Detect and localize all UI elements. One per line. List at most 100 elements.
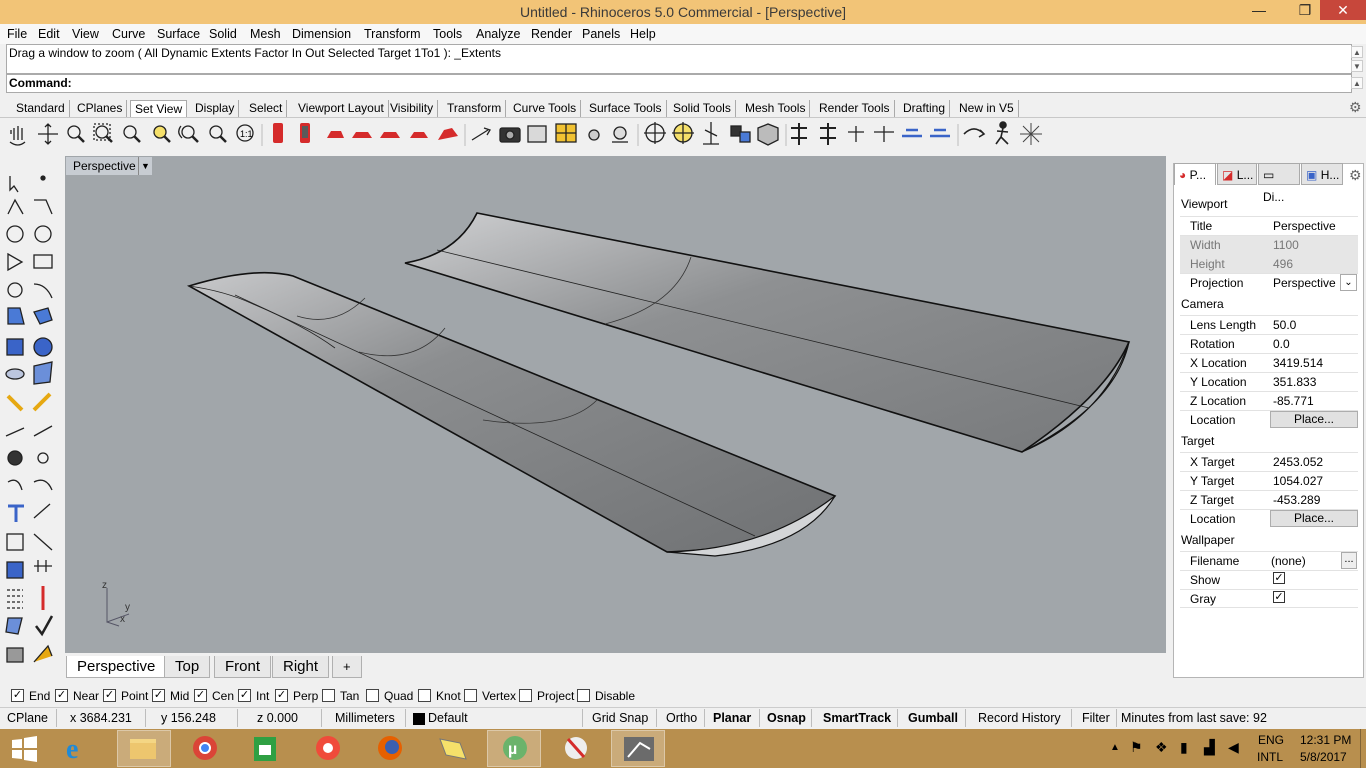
osnap-cen-checkbox[interactable]: ✓ (194, 689, 207, 702)
tab-help[interactable]: ▣ H... (1301, 163, 1343, 185)
menu-panels[interactable]: Panels (582, 24, 620, 44)
tab-transform[interactable]: Transform (443, 100, 507, 117)
tab-standard[interactable]: Standard (12, 100, 70, 117)
taskbar-store[interactable] (239, 730, 293, 767)
tab-viewport-layout[interactable]: Viewport Layout (294, 100, 389, 117)
grid-snap-toggle[interactable]: Grid Snap (592, 708, 648, 728)
start-button[interactable] (0, 730, 50, 767)
osnap-project-checkbox[interactable] (519, 689, 532, 702)
restore-button[interactable]: ❐ (1290, 0, 1320, 22)
browse-wallpaper-button[interactable]: ... (1341, 552, 1357, 569)
tab-perspective[interactable]: Perspective (66, 656, 167, 678)
tray-volume-icon[interactable]: ◀ (1228, 739, 1239, 756)
tab-display-panel[interactable]: ▭ Di... (1258, 163, 1300, 204)
menu-analyze[interactable]: Analyze (476, 24, 520, 44)
menu-surface[interactable]: Surface (157, 24, 200, 44)
y-location-field[interactable]: 351.833 (1273, 375, 1316, 389)
menu-edit[interactable]: Edit (38, 24, 60, 44)
osnap-perp-checkbox[interactable]: ✓ (275, 689, 288, 702)
gumball-toggle[interactable]: Gumball (908, 708, 958, 728)
tray-language-intl[interactable]: INTL (1257, 750, 1283, 764)
x-location-field[interactable]: 3419.514 (1273, 356, 1323, 370)
tray-network-icon[interactable]: ❖ (1155, 739, 1168, 756)
menu-tools[interactable]: Tools (433, 24, 462, 44)
camera-place-button[interactable]: Place... (1270, 411, 1358, 428)
tray-signal-icon[interactable]: ▟ (1204, 739, 1215, 756)
projection-dropdown-icon[interactable]: ⌄ (1340, 274, 1357, 291)
y-target-field[interactable]: 1054.027 (1273, 474, 1323, 488)
tab-select[interactable]: Select (245, 100, 288, 117)
taskbar-rhinoceros[interactable] (611, 730, 665, 767)
wallpaper-show-checkbox[interactable]: ✓ (1273, 572, 1285, 584)
tab-top[interactable]: Top (164, 656, 211, 678)
status-units[interactable]: Millimeters (335, 708, 395, 728)
menu-view[interactable]: View (72, 24, 99, 44)
taskbar-firefox[interactable] (363, 730, 417, 767)
show-desktop-button[interactable] (1360, 729, 1366, 768)
osnap-end-checkbox[interactable]: ✓ (11, 689, 24, 702)
osnap-tan-checkbox[interactable] (322, 689, 335, 702)
tab-display[interactable]: Display (191, 100, 240, 117)
menu-curve[interactable]: Curve (112, 24, 145, 44)
close-button[interactable]: ✕ (1320, 0, 1366, 20)
menu-solid[interactable]: Solid (209, 24, 237, 44)
status-layer[interactable]: Default (428, 708, 468, 728)
osnap-disable-checkbox[interactable] (577, 689, 590, 702)
planar-toggle[interactable]: Planar (713, 708, 751, 728)
tray-overflow-icon[interactable]: ▲ (1110, 742, 1120, 753)
osnap-point-checkbox[interactable]: ✓ (103, 689, 116, 702)
tab-surface-tools[interactable]: Surface Tools (585, 100, 667, 117)
tray-language-eng[interactable]: ENG (1258, 733, 1284, 747)
tab-set-view[interactable]: Set View (130, 100, 188, 117)
lens-length-field[interactable]: 50.0 (1273, 318, 1296, 332)
tab-curve-tools[interactable]: Curve Tools (509, 100, 582, 117)
history-scroll-down[interactable]: ▼ (1351, 60, 1363, 72)
z-location-field[interactable]: -85.771 (1273, 394, 1314, 408)
menu-render[interactable]: Render (531, 24, 572, 44)
tab-properties[interactable]: ◕ P... (1174, 163, 1216, 185)
menu-dimension[interactable]: Dimension (292, 24, 351, 44)
perspective-viewport[interactable]: z y x (65, 156, 1166, 653)
osnap-vertex-checkbox[interactable] (464, 689, 477, 702)
target-place-button[interactable]: Place... (1270, 510, 1358, 527)
menu-help[interactable]: Help (630, 24, 656, 44)
tab-drafting[interactable]: Drafting (899, 100, 951, 117)
taskbar-snipping-tool[interactable] (549, 730, 603, 767)
taskbar-chrome[interactable] (178, 730, 232, 767)
toolbar-gear-icon[interactable]: ⚙ (1349, 99, 1362, 116)
wallpaper-gray-checkbox[interactable]: ✓ (1273, 591, 1285, 603)
tab-right[interactable]: Right (272, 656, 330, 678)
ortho-toggle[interactable]: Ortho (666, 708, 697, 728)
osnap-quad-checkbox[interactable] (366, 689, 379, 702)
osnap-knot-checkbox[interactable] (418, 689, 431, 702)
rotation-field[interactable]: 0.0 (1273, 337, 1290, 351)
taskbar-sticky-notes[interactable] (425, 730, 479, 767)
taskbar-app[interactable] (301, 730, 355, 767)
tray-flag-icon[interactable]: ⚑ (1130, 739, 1143, 756)
command-line[interactable]: Command: (6, 74, 1352, 93)
osnap-toggle[interactable]: Osnap (767, 708, 806, 728)
filter-toggle[interactable]: Filter (1082, 708, 1110, 728)
history-scroll-up[interactable]: ▲ (1351, 46, 1363, 58)
tray-clock-date[interactable]: 5/8/2017 (1300, 750, 1347, 764)
tray-clock-time[interactable]: 12:31 PM (1300, 733, 1351, 747)
projection-select[interactable]: Perspective (1273, 276, 1336, 290)
tab-render-tools[interactable]: Render Tools (815, 100, 895, 117)
prop-title-field[interactable]: Perspective (1273, 219, 1336, 233)
smarttrack-toggle[interactable]: SmartTrack (823, 708, 891, 728)
wallpaper-filename-field[interactable]: (none) (1271, 554, 1306, 568)
tab-visibility[interactable]: Visibility (386, 100, 439, 117)
tab-cplanes[interactable]: CPlanes (73, 100, 128, 117)
menu-mesh[interactable]: Mesh (250, 24, 281, 44)
tab-solid-tools[interactable]: Solid Tools (669, 100, 736, 117)
taskbar-internet-explorer[interactable] (55, 730, 109, 767)
x-target-field[interactable]: 2453.052 (1273, 455, 1323, 469)
menu-transform[interactable]: Transform (364, 24, 421, 44)
tab-mesh-tools[interactable]: Mesh Tools (741, 100, 811, 117)
viewport-menu-arrow-icon[interactable]: ▼ (138, 157, 152, 175)
z-target-field[interactable]: -453.289 (1273, 493, 1320, 507)
status-cplane[interactable]: CPlane (7, 708, 48, 728)
record-history-toggle[interactable]: Record History (978, 708, 1061, 728)
tray-battery-icon[interactable]: ▮ (1180, 739, 1188, 756)
osnap-mid-checkbox[interactable]: ✓ (152, 689, 165, 702)
